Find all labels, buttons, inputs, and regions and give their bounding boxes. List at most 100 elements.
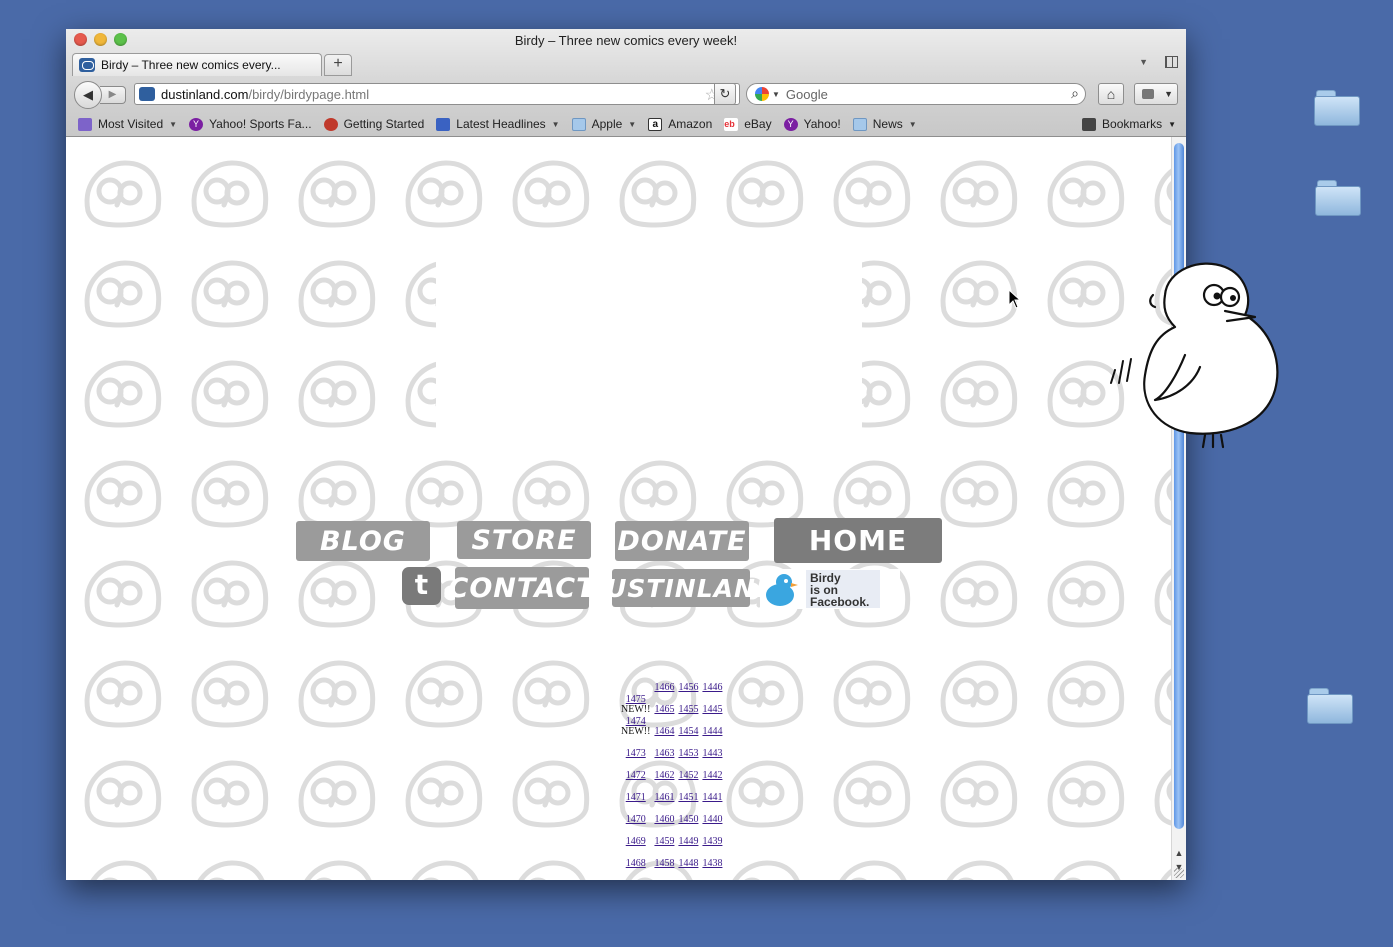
navigation-toolbar: ▶ ◀ dustinland.com/birdy/birdypage.html … xyxy=(66,79,1186,113)
donate-button[interactable]: DONATE xyxy=(615,521,749,561)
bookmark-latest-headlines[interactable]: Latest Headlines ▼ xyxy=(436,117,560,131)
home-button[interactable]: ⌂ xyxy=(1098,83,1124,105)
bookmark-ebay[interactable]: eb eBay xyxy=(724,117,772,131)
folder-icon xyxy=(852,117,867,131)
table-cell: 1461 xyxy=(652,781,676,803)
table-row: 1474 NEW!! 1464 1454 1444 xyxy=(619,715,724,737)
comic-link[interactable]: 1453 xyxy=(678,748,698,759)
comic-link[interactable]: 1461 xyxy=(654,792,674,803)
table-row: 1466 1456 1446 xyxy=(619,671,724,693)
desktop-folder-icon[interactable] xyxy=(1314,90,1360,126)
rss-icon xyxy=(436,117,451,131)
page-content: BLOG STORE DONATE HOME t CONTACT DUSTINL… xyxy=(66,137,1171,880)
comic-link[interactable]: 1442 xyxy=(702,770,722,781)
bookmark-apple[interactable]: Apple ▼ xyxy=(571,117,636,131)
comic-link[interactable]: 1450 xyxy=(678,814,698,825)
extensions-button[interactable]: ▼ xyxy=(1134,83,1178,105)
comic-link[interactable]: 1471 xyxy=(626,792,646,803)
comic-link[interactable]: 1441 xyxy=(702,792,722,803)
bookmark-amazon[interactable]: a Amazon xyxy=(648,117,712,131)
site-identity-icon[interactable] xyxy=(139,87,155,101)
resize-grip-icon[interactable] xyxy=(1174,868,1184,878)
comic-link[interactable]: 1458 xyxy=(654,858,674,869)
comic-link[interactable]: 1470 xyxy=(626,814,646,825)
comic-link[interactable]: 1456 xyxy=(678,682,698,693)
most-visited-icon xyxy=(78,117,92,131)
table-cell: 1462 xyxy=(652,759,676,781)
comic-link[interactable]: 1452 xyxy=(678,770,698,781)
bookmarks-star-icon xyxy=(1082,117,1097,131)
google-engine-icon[interactable] xyxy=(755,87,769,101)
new-badge: NEW!! xyxy=(621,704,651,715)
comic-link[interactable]: 1465 xyxy=(654,704,674,715)
bookmark-yahoo[interactable]: Y Yahoo! xyxy=(783,117,841,131)
comic-link[interactable]: 1451 xyxy=(678,792,698,803)
comic-link[interactable]: 1469 xyxy=(626,836,646,847)
folder-icon xyxy=(571,117,586,131)
scroll-up-arrow-icon[interactable]: ▲ xyxy=(1172,848,1186,862)
scrollbar-thumb[interactable] xyxy=(1174,143,1184,829)
bookmarks-menu[interactable]: Bookmarks ▼ xyxy=(1082,117,1176,131)
birdy-favicon-icon xyxy=(79,58,95,72)
comic-link[interactable]: 1455 xyxy=(678,704,698,715)
desktop-folder-icon[interactable] xyxy=(1307,688,1353,724)
reload-button[interactable]: ↻ xyxy=(714,83,736,105)
comic-link[interactable]: 1446 xyxy=(702,682,722,693)
table-cell: 1469 xyxy=(619,825,652,847)
tab-grid-icon[interactable] xyxy=(1165,56,1178,68)
dustinland-button[interactable]: DUSTINLAND xyxy=(584,569,777,607)
bookmark-yahoo-sports[interactable]: Y Yahoo! Sports Fa... xyxy=(189,117,312,131)
vertical-scrollbar[interactable]: ▲ ▼ xyxy=(1171,137,1186,880)
bookmark-most-visited[interactable]: Most Visited ▼ xyxy=(78,117,177,131)
comic-link[interactable]: 1464 xyxy=(654,726,674,737)
table-cell: 1464 xyxy=(652,715,676,737)
facebook-badge[interactable]: Birdy is on Facebook. xyxy=(760,569,900,609)
comic-link[interactable]: 1462 xyxy=(654,770,674,781)
comic-link[interactable]: 1439 xyxy=(702,836,722,847)
table-row: 1468 1458 1448 1438 xyxy=(619,847,724,869)
comic-link[interactable]: 1468 xyxy=(626,858,646,869)
desktop: { "window": { "title": "Birdy – Three ne… xyxy=(0,0,1393,947)
comic-link[interactable]: 1472 xyxy=(626,770,646,781)
forward-button[interactable]: ▶ xyxy=(100,86,126,104)
new-tab-button[interactable]: + xyxy=(324,54,352,76)
table-cell: 1440 xyxy=(700,803,724,825)
comic-link[interactable]: 1448 xyxy=(678,858,698,869)
comic-link[interactable]: 1463 xyxy=(654,748,674,759)
table-cell: 1472 xyxy=(619,759,652,781)
comic-link[interactable]: 1449 xyxy=(678,836,698,847)
comic-link[interactable]: 1473 xyxy=(626,748,646,759)
comic-link[interactable]: 1454 xyxy=(678,726,698,737)
comic-link[interactable]: 1466 xyxy=(654,682,674,693)
home-nav-button[interactable]: HOME xyxy=(774,518,942,563)
firefox-icon xyxy=(323,117,338,131)
comic-link[interactable]: 1459 xyxy=(654,836,674,847)
table-cell: 1453 xyxy=(676,737,700,759)
table-cell: 1451 xyxy=(676,781,700,803)
tab-list-arrow-icon[interactable]: ▼ xyxy=(1139,57,1148,67)
search-bar[interactable]: ▼ Google ⌕ xyxy=(746,83,1086,105)
desktop-folder-icon[interactable] xyxy=(1315,180,1361,216)
comic-link[interactable]: 1438 xyxy=(702,858,722,869)
table-row: 1473 1463 1453 1443 xyxy=(619,737,724,759)
bookmark-getting-started[interactable]: Getting Started xyxy=(323,117,424,131)
table-cell: 1459 xyxy=(652,825,676,847)
comic-link[interactable]: 1440 xyxy=(702,814,722,825)
comic-link[interactable]: 1443 xyxy=(702,748,722,759)
store-button[interactable]: STORE xyxy=(457,521,591,559)
comic-archive-table: 1466 1456 1446 1475 NEW!! 1465 1455 1445 1474 NEW… xyxy=(619,671,724,869)
chevron-down-icon: ▼ xyxy=(169,119,178,129)
comic-link[interactable]: 1460 xyxy=(654,814,674,825)
url-bar[interactable]: dustinland.com/birdy/birdypage.html ☆ ▼ xyxy=(134,83,740,105)
contact-button[interactable]: CONTACT xyxy=(449,567,595,609)
bookmark-news[interactable]: News ▼ xyxy=(852,117,917,131)
blog-button[interactable]: BLOG xyxy=(296,521,430,561)
search-engine-dropdown-icon[interactable]: ▼ xyxy=(772,90,780,99)
tab-birdy[interactable]: Birdy – Three new comics every... xyxy=(72,53,322,76)
comic-link[interactable]: 1445 xyxy=(702,704,722,715)
bookmarks-toolbar: Most Visited ▼ Y Yahoo! Sports Fa... Getti… xyxy=(66,113,1186,135)
back-button[interactable]: ◀ xyxy=(74,81,102,109)
twitter-button[interactable]: t xyxy=(402,567,441,605)
search-icon[interactable]: ⌕ xyxy=(1071,85,1079,102)
comic-link[interactable]: 1444 xyxy=(702,726,722,737)
